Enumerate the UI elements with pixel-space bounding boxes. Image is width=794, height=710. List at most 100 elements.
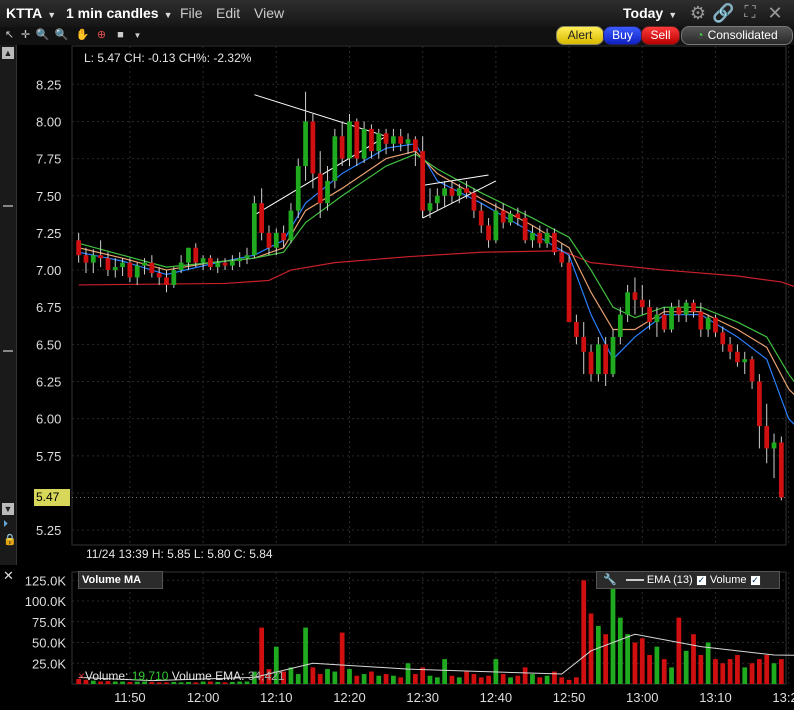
candle-body — [288, 210, 294, 241]
volume-bar — [354, 675, 360, 684]
time-tick-label: 12:00 — [187, 690, 220, 705]
ema-line-swatch — [625, 579, 644, 582]
candle-body — [273, 232, 279, 248]
volume-bar — [581, 580, 587, 684]
candle-body — [735, 351, 740, 363]
close-icon[interactable]: × — [78, 669, 85, 683]
candle-body — [354, 121, 360, 159]
time-tick-label: 12:40 — [480, 690, 513, 705]
candle-body — [764, 426, 770, 449]
candle-body — [412, 139, 418, 152]
price-tick-label: 7.50 — [36, 189, 61, 204]
candle-body — [369, 128, 374, 152]
volume-bar — [566, 679, 572, 684]
candle-body — [727, 344, 733, 352]
candle-body — [208, 258, 213, 268]
volume-bar — [654, 646, 660, 684]
candle-body — [654, 314, 660, 323]
volume-bar — [632, 642, 638, 684]
volume-bar — [471, 674, 477, 684]
candle-body — [632, 292, 638, 300]
candle-body — [537, 232, 543, 244]
volume-bar — [317, 674, 323, 684]
overlay-line — [78, 153, 794, 383]
candle-body — [595, 344, 601, 375]
candle-body — [442, 188, 448, 196]
time-tick-label: 12:20 — [333, 690, 366, 705]
volume-bar — [647, 654, 652, 684]
volume-bar — [727, 659, 733, 684]
candle-body — [742, 359, 748, 363]
volume-bar — [434, 677, 440, 684]
candle-body — [376, 133, 382, 152]
volume-bar — [588, 613, 594, 684]
candle-body — [391, 136, 396, 144]
overlay-line — [78, 150, 794, 396]
candle-body — [552, 232, 557, 253]
candle-body — [303, 121, 308, 167]
volume-bar — [544, 675, 550, 684]
candle-body — [449, 188, 455, 196]
volume-bar — [610, 580, 616, 684]
candle-body — [544, 232, 550, 244]
candle-body — [683, 302, 689, 315]
price-tick-label: 8.00 — [36, 114, 61, 129]
candle-body — [500, 210, 506, 223]
candle-body — [105, 258, 111, 271]
volume-bar — [347, 669, 352, 684]
volume-bar — [669, 667, 674, 684]
candle-body — [625, 292, 631, 315]
candle-body — [698, 311, 704, 330]
bar-info-line: 11/24 13:39 H: 5.85 L: 5.80 C: 5.84 — [86, 547, 273, 561]
volume-bar — [295, 674, 301, 684]
candle-body — [98, 255, 103, 259]
candle-body — [610, 336, 616, 375]
candle-body — [691, 302, 696, 312]
legend-ema-label: EMA (13) — [646, 574, 693, 586]
ema-toggle-checkbox[interactable]: ✓ — [695, 574, 707, 586]
candle-body — [332, 136, 338, 181]
candle-body — [244, 255, 250, 259]
candle-body — [149, 262, 155, 274]
volume-bar — [676, 617, 682, 684]
candle-body — [186, 247, 191, 263]
candle-body — [142, 262, 147, 266]
candle-body — [76, 240, 82, 256]
volume-bar — [530, 674, 535, 684]
volume-bar — [310, 667, 316, 684]
price-tick-label: 6.25 — [36, 375, 61, 390]
candle-body — [617, 314, 623, 337]
overlay-line — [78, 250, 794, 288]
candle-body — [771, 442, 777, 449]
volume-bar — [595, 625, 601, 684]
candle-body — [603, 344, 609, 375]
candle-body — [508, 213, 513, 223]
candle-body — [229, 261, 235, 266]
price-chart: 8.25 8.00 7.75 7.50 7.25 7.00 6.75 6.50 6.25 6.00… — [25, 45, 794, 705]
price-tick-label: 8.25 — [36, 77, 61, 92]
volume-toggle-checkbox[interactable]: ✓ — [749, 574, 761, 586]
candle-body — [456, 188, 462, 196]
volume-bar — [749, 663, 755, 684]
wrench-icon[interactable]: 🔧 — [603, 574, 617, 586]
volume-bar — [691, 634, 696, 684]
candle-body — [757, 381, 762, 427]
candle-body — [705, 317, 711, 330]
volume-bar — [383, 674, 389, 684]
candle-body — [259, 203, 265, 233]
price-tick-label: 7.75 — [36, 152, 61, 167]
candle-body — [222, 262, 228, 266]
volume-tick-label: 75.0K — [32, 615, 66, 630]
price-tick-label: 7.00 — [36, 263, 61, 278]
candle-body — [486, 225, 491, 241]
volume-bar — [617, 617, 623, 684]
readout-volume-value: 19,710 — [131, 669, 169, 683]
volume-bar — [771, 663, 777, 684]
candle-body — [676, 307, 682, 315]
candle-body — [720, 332, 726, 345]
candle-body — [581, 336, 587, 352]
volume-bar — [442, 659, 448, 684]
volume-bar — [559, 677, 565, 684]
volume-bar — [464, 671, 469, 684]
volume-bar — [361, 674, 367, 684]
